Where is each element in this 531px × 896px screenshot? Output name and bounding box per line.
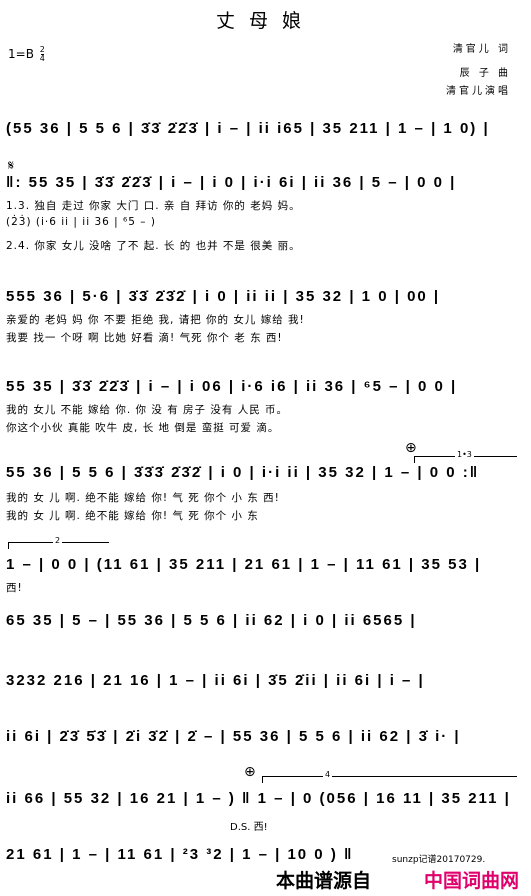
score-line-8: 3232 216 | 21 16 | 1 – | ii 6i | 3̇5 2̇i… — [6, 672, 425, 689]
segno-icon: 𝄋 — [8, 158, 15, 174]
score-line-6: 1 – | 0 0 | (11 61 | 35 211 | 21 61 | 1 … — [6, 556, 482, 573]
score-line-3: 555 36 | 5·6 | 3̇3̇ 2̇3̇2̇ | i 0 | ii ii… — [6, 288, 441, 305]
lyric-line-4-1: 我的 女儿 不能 嫁给 你. 你 没 有 房子 没有 人民 币。 — [6, 404, 289, 416]
credit-lyricist: 清官儿 词 — [452, 44, 511, 55]
score-line-7: 65 35 | 5 – | 55 36 | 5 5 6 | ii 62 | i … — [6, 612, 417, 629]
score-line-2: ‖: 55 35 | 3̇3̇ 2̇2̇3̇ | i – | i 0 | i·i… — [6, 174, 457, 191]
key-label: 1=B — [8, 47, 34, 61]
lyric-line-2-1: 1.3. 独自 走过 你家 大门 口. 亲 自 拜访 你的 老妈 妈。 — [6, 200, 301, 212]
transcriber-signature: sunzp记谱20170729. — [392, 855, 486, 865]
lyric-line-3-2: 我要 找一 个呀 啊 比她 好看 滴! 气死 你个 老 东 西! — [6, 332, 283, 344]
lyric-line-2-alt: (2̇3̇) (i·6 ii | ii 36 | ⁶5 – ) — [6, 216, 156, 228]
coda-icon: ⊕ — [244, 764, 256, 780]
score-line-11: 21 61 | 1 – | 11 61 | ²3 ³2 | 1 – | 10 0… — [6, 846, 354, 863]
score-line-5: 55 36 | 5 5 6 | 3̇3̇3̇ 2̇3̇2̇ | i 0 | i·… — [6, 464, 480, 481]
lyric-line-2-2: 2.4. 你家 女儿 没啥 了不 起. 长 的 也并 不是 很美 丽。 — [6, 240, 301, 252]
coda-icon: ⊕ — [405, 440, 417, 456]
ending-label: 2 — [53, 536, 63, 545]
ending-bracket-2: 2 — [8, 536, 109, 549]
credit-singer: 清官儿演唱 — [446, 86, 511, 97]
footer-brand-link[interactable]: 中国词曲网 — [424, 866, 519, 893]
song-title: 丈母娘 — [215, 10, 315, 32]
credit-composer: 辰 子 曲 — [459, 68, 511, 79]
ending-label: 4 — [323, 770, 333, 779]
score-line-9: ii 6i | 2̇3̇ 5̇3̇ | 2̇i 3̇2̇ | 2̇ – | 55… — [6, 728, 461, 745]
time-signature: 2 4 — [40, 46, 45, 63]
score-line-10: ii 66 | 55 32 | 16 21 | 1 – ) ‖ 1 – | 0 … — [6, 790, 511, 807]
ending-bracket-4: 4 — [262, 770, 517, 783]
ending-label: 1•3 — [455, 450, 474, 459]
lyric-line-3-1: 亲爱的 老妈 妈 你 不要 拒绝 我, 请把 你的 女儿 嫁给 我! — [6, 314, 305, 326]
footer-source-label: 本曲谱源自 — [275, 870, 371, 892]
time-bottom: 4 — [39, 54, 45, 63]
ending-bracket-1-3: 1•3 — [414, 450, 517, 463]
key-signature: 1=B 2 4 — [8, 46, 45, 63]
score-line-4: 55 35 | 3̇3̇ 2̇2̇3̇ | i – | i 06 | i·6 i… — [6, 378, 458, 395]
score-line-1: (55 36 | 5 5 6 | 3̇3̇ 2̇2̇3̇ | i – | ii … — [6, 120, 490, 137]
time-top: 2 — [39, 45, 45, 54]
lyric-line-4-2: 你这个小伙 真能 吹牛 皮, 长 地 倒是 蛮挺 可爱 滴。 — [6, 422, 280, 434]
lyric-line-5-2: 我的 女 儿 啊. 绝不能 嫁给 你! 气 死 你个 小 东 — [6, 510, 259, 522]
lyric-line-5-1: 我的 女 儿 啊. 绝不能 嫁给 你! 气 死 你个 小 东 西! — [6, 492, 280, 504]
ds-marking: D.S. 西! — [230, 822, 268, 833]
lyric-line-6: 西! — [6, 582, 23, 594]
